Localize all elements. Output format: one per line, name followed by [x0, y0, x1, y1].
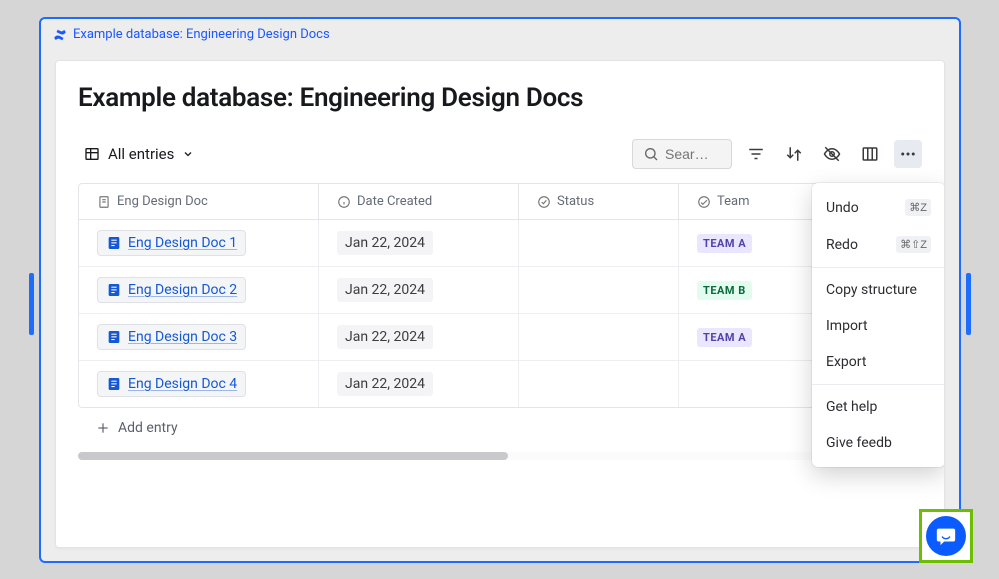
- doc-link-text: Eng Design Doc 3: [128, 329, 237, 345]
- toolbar-actions: [632, 139, 922, 169]
- sort-icon: [785, 145, 803, 163]
- layout-button[interactable]: [856, 140, 884, 168]
- search-input[interactable]: [665, 146, 721, 162]
- undo-shortcut: ⌘Z: [905, 199, 931, 216]
- tag-icon: [697, 195, 711, 209]
- more-icon: [899, 145, 917, 163]
- menu-copy-structure[interactable]: Copy structure: [812, 272, 945, 308]
- selection-handle-right[interactable]: [966, 273, 971, 335]
- menu-separator-2: [812, 384, 945, 385]
- database-panel: Example database: Engineering Design Doc…: [55, 60, 945, 548]
- cell-doc: Eng Design Doc 3: [79, 314, 319, 360]
- search-icon: [643, 146, 659, 162]
- layout-icon: [861, 145, 879, 163]
- hide-button[interactable]: [818, 140, 846, 168]
- date-value: Jan 22, 2024: [337, 372, 433, 396]
- chat-icon: [935, 525, 957, 547]
- table-row: Eng Design Doc 4 Jan 22, 2024: [79, 361, 921, 407]
- col-status-label: Status: [557, 194, 594, 209]
- doc-link[interactable]: Eng Design Doc 2: [97, 277, 246, 303]
- eye-off-icon: [823, 145, 841, 163]
- filter-icon: [747, 145, 765, 163]
- view-selector[interactable]: All entries: [78, 141, 200, 167]
- redo-shortcut: ⌘⇧Z: [896, 236, 931, 253]
- col-date-label: Date Created: [357, 194, 432, 209]
- menu-export-label: Export: [826, 354, 866, 370]
- confluence-icon: [53, 28, 67, 42]
- frame-title-bar[interactable]: Example database: Engineering Design Doc…: [41, 19, 959, 50]
- cell-date: Jan 22, 2024: [319, 267, 519, 313]
- table-icon: [84, 146, 100, 162]
- menu-import[interactable]: Import: [812, 308, 945, 344]
- menu-give-feedback[interactable]: Give feedb: [812, 425, 945, 461]
- cell-doc: Eng Design Doc 2: [79, 267, 319, 313]
- team-badge: TEAM A: [697, 328, 752, 347]
- search-box[interactable]: [632, 139, 732, 169]
- date-value: Jan 22, 2024: [337, 278, 433, 302]
- help-circle: [926, 516, 966, 556]
- col-team-label: Team: [717, 194, 750, 209]
- menu-undo[interactable]: Undo ⌘Z: [812, 189, 945, 226]
- menu-export[interactable]: Export: [812, 344, 945, 380]
- table-header: Eng Design Doc Date Created Status Team: [79, 184, 921, 220]
- column-doc[interactable]: Eng Design Doc: [79, 184, 319, 219]
- help-widget[interactable]: [919, 509, 973, 563]
- table-row: Eng Design Doc 2 Jan 22, 2024 TEAM B: [79, 267, 921, 314]
- doc-header-icon: [97, 195, 111, 209]
- status-icon: [537, 195, 551, 209]
- menu-redo-label: Redo: [826, 237, 858, 253]
- cell-date: Jan 22, 2024: [319, 220, 519, 266]
- plus-icon: [96, 421, 110, 435]
- selection-handle-left[interactable]: [29, 273, 34, 335]
- doc-link[interactable]: Eng Design Doc 1: [97, 230, 246, 256]
- cell-status[interactable]: [519, 314, 679, 360]
- chevron-down-icon: [182, 148, 194, 160]
- cell-status[interactable]: [519, 267, 679, 313]
- doc-link-text: Eng Design Doc 4: [128, 376, 237, 392]
- cell-doc: Eng Design Doc 1: [79, 220, 319, 266]
- date-value: Jan 22, 2024: [337, 231, 433, 255]
- more-button[interactable]: [894, 140, 922, 168]
- column-status[interactable]: Status: [519, 184, 679, 219]
- menu-feedback-label: Give feedb: [826, 435, 892, 451]
- col-doc-label: Eng Design Doc: [117, 194, 208, 209]
- menu-separator: [812, 267, 945, 268]
- menu-copy-label: Copy structure: [826, 282, 917, 298]
- more-menu: Undo ⌘Z Redo ⌘⇧Z Copy structure Import E…: [812, 183, 945, 467]
- doc-link[interactable]: Eng Design Doc 4: [97, 371, 246, 397]
- filter-button[interactable]: [742, 140, 770, 168]
- sort-button[interactable]: [780, 140, 808, 168]
- table-row: Eng Design Doc 1 Jan 22, 2024 TEAM A: [79, 220, 921, 267]
- view-label: All entries: [108, 145, 174, 163]
- team-badge: TEAM A: [697, 234, 752, 253]
- cell-date: Jan 22, 2024: [319, 314, 519, 360]
- menu-help-label: Get help: [826, 399, 877, 415]
- cell-date: Jan 22, 2024: [319, 361, 519, 407]
- horizontal-scrollbar[interactable]: [78, 452, 922, 460]
- page-title: Example database: Engineering Design Doc…: [78, 83, 922, 113]
- info-icon: [337, 195, 351, 209]
- scrollbar-thumb[interactable]: [78, 452, 508, 460]
- menu-get-help[interactable]: Get help: [812, 389, 945, 425]
- date-value: Jan 22, 2024: [337, 325, 433, 349]
- doc-link-text: Eng Design Doc 1: [128, 235, 237, 251]
- table-body: Eng Design Doc 1Jan 22, 2024TEAM AEng De…: [79, 220, 921, 407]
- team-badge: TEAM B: [697, 281, 752, 300]
- table-row: Eng Design Doc 3 Jan 22, 2024 TEAM A: [79, 314, 921, 361]
- doc-link-text: Eng Design Doc 2: [128, 282, 237, 298]
- menu-undo-label: Undo: [826, 200, 859, 216]
- cell-status[interactable]: [519, 361, 679, 407]
- doc-link[interactable]: Eng Design Doc 3: [97, 324, 246, 350]
- toolbar: All entries: [78, 139, 922, 169]
- add-entry-label: Add entry: [118, 420, 178, 436]
- cell-doc: Eng Design Doc 4: [79, 361, 319, 407]
- menu-import-label: Import: [826, 318, 868, 334]
- add-entry-button[interactable]: Add entry: [78, 408, 922, 448]
- frame-title-text: Example database: Engineering Design Doc…: [73, 27, 330, 42]
- table: Eng Design Doc Date Created Status Team …: [78, 183, 922, 408]
- column-date[interactable]: Date Created: [319, 184, 519, 219]
- cell-status[interactable]: [519, 220, 679, 266]
- confluence-frame: Example database: Engineering Design Doc…: [39, 17, 961, 563]
- menu-redo[interactable]: Redo ⌘⇧Z: [812, 226, 945, 263]
